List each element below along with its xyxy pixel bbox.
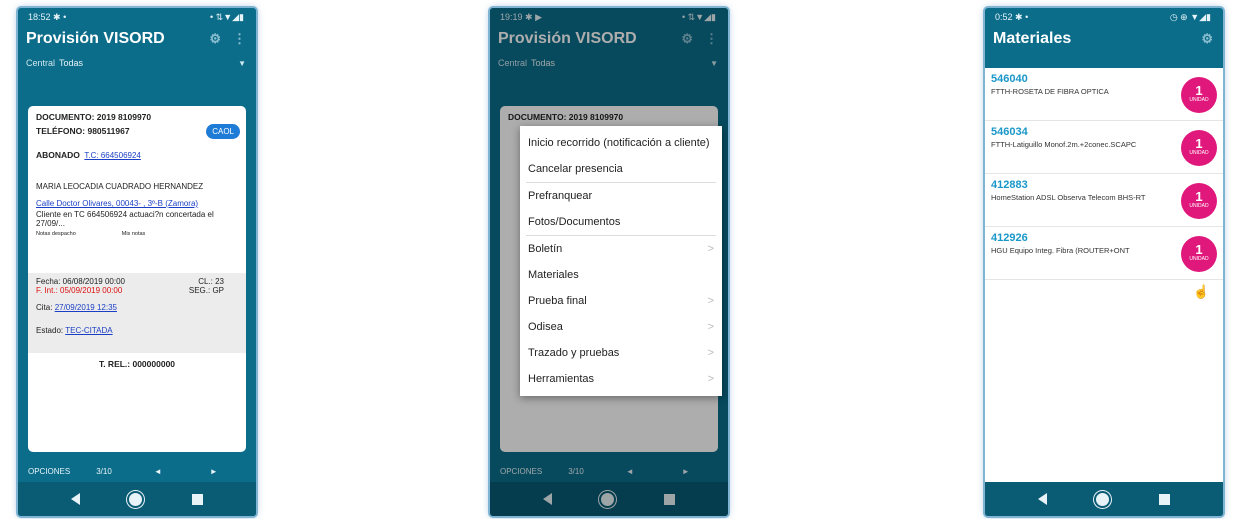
estado-link[interactable]: TEC-CITADA (65, 326, 112, 335)
quantity-value: 1 (1195, 136, 1203, 151)
quantity-badge[interactable]: 1 UNIDAD (1181, 183, 1217, 219)
filter-value: Todas (59, 58, 84, 68)
cita-label: Cita: (36, 303, 53, 312)
status-time: 0:52 (995, 11, 1013, 22)
chevron-right-icon: > (707, 243, 714, 255)
abonado-label: ABONADO (36, 150, 80, 160)
list-item[interactable]: 546040 FTTH-ROSETA DE FIBRA OPTICA 1 UNID… (985, 68, 1223, 121)
phone-screen-detail: 18:52 ✱ • • ⇅▼◢▮ Provisión VISORD ⚙ ⋮ Cen… (18, 8, 256, 516)
hand-cursor-icon: ☝ (1193, 284, 1210, 299)
quantity-value: 1 (1195, 189, 1203, 204)
filter-label: Central (26, 58, 56, 68)
status-icons: ✱ • (1015, 11, 1029, 22)
menu-item-label: Prefranquear (528, 190, 593, 202)
chevron-right-icon: > (707, 295, 714, 307)
settings-gear-icon[interactable]: ⚙ (209, 31, 221, 47)
caol-button[interactable]: CAOL (206, 124, 240, 139)
dates-section: Fecha: 06/08/2019 00:00 CL.: 23 F. Int.: … (28, 273, 246, 353)
status-right-icons: • ⇅▼◢▮ (210, 11, 244, 22)
menu-item-label: Cancelar presencia (528, 163, 623, 175)
menu-item-label: Herramientas (528, 373, 595, 385)
system-nav-bar (18, 482, 256, 516)
bottom-bar: OPCIONES 3/10 ◄ ► (18, 461, 256, 481)
documento-text: DOCUMENTO: 2019 8109970 (36, 112, 152, 122)
central-filter[interactable]: Central Todas ▼ (18, 52, 256, 74)
status-bar: 18:52 ✱ • • ⇅▼◢▮ (18, 8, 256, 26)
menu-item[interactable]: Materiales (520, 262, 722, 288)
list-item[interactable]: 412883 HomeStation ADSL Observa Telecom … (985, 174, 1223, 227)
menu-item-label: Trazado y pruebas (528, 347, 620, 359)
f-int-text: F. Int.: 05/09/2019 00:00 (36, 286, 123, 295)
mis-notas-label[interactable]: Mis notas (122, 231, 146, 237)
cita-link[interactable]: 27/09/2019 12:35 (55, 303, 117, 312)
address-link[interactable]: Calle Doctor Olivares, 00043- , 3º-B (Za… (36, 199, 198, 208)
menu-item-label: Materiales (528, 269, 579, 281)
status-right-icons: ◷ ⊕ ▼◢▮ (1169, 11, 1211, 22)
pager-text: 3/10 (96, 466, 112, 476)
quantity-value: 1 (1195, 83, 1203, 98)
order-card: DOCUMENTO: 2019 8109970 TELÉFONO: 980511… (28, 106, 246, 452)
phone-screen-menu: 19:19 ✱ ▶ • ⇅▼◢▮ Provisión VISORD ⚙ ⋮ Cen… (490, 8, 728, 516)
app-bar: Provisión VISORD ⚙ ⋮ (18, 26, 256, 52)
dropdown-arrow-icon: ▼ (238, 58, 246, 68)
menu-item[interactable]: Cancelar presencia (520, 156, 722, 182)
list-item[interactable]: 412926 HGU Equipo Integ. Fibra (ROUTER+O… (985, 227, 1223, 280)
menu-item[interactable]: Boletín > (520, 236, 722, 262)
next-arrow-icon[interactable]: ► (210, 467, 218, 476)
quantity-badge[interactable]: 1 UNIDAD (1181, 236, 1217, 272)
menu-item-label: Prueba final (528, 295, 587, 307)
chevron-right-icon: > (707, 347, 714, 359)
overflow-menu-icon[interactable]: ⋮ (233, 31, 246, 47)
app-bar: Materiales ⚙ (985, 26, 1223, 52)
chevron-right-icon: > (707, 373, 714, 385)
quantity-unit: UNIDAD (1189, 150, 1209, 156)
quantity-unit: UNIDAD (1189, 97, 1209, 103)
recents-icon[interactable] (1159, 493, 1171, 505)
abonado-link[interactable]: T.C: 664506924 (84, 151, 141, 160)
notas-despacho-label[interactable]: Notas despacho (36, 231, 76, 237)
settings-gear-icon[interactable]: ⚙ (1201, 31, 1213, 47)
cl-text: CL.: 23 (198, 277, 224, 286)
estado-label: Estado: (36, 326, 64, 335)
menu-item[interactable]: Prefranquear (520, 183, 722, 209)
menu-item[interactable]: Prueba final > (520, 288, 722, 314)
back-icon[interactable] (70, 493, 80, 505)
system-nav-bar (985, 482, 1223, 516)
prev-arrow-icon[interactable]: ◄ (154, 467, 162, 476)
status-time: 18:52 (28, 11, 51, 22)
quantity-value: 1 (1195, 242, 1203, 257)
quantity-badge[interactable]: 1 UNIDAD (1181, 130, 1217, 166)
menu-item[interactable]: Fotos/Documentos (520, 209, 722, 235)
home-icon[interactable] (129, 492, 143, 506)
app-title: Materiales (993, 30, 1072, 47)
chevron-right-icon: > (707, 321, 714, 333)
options-menu: Inicio recorrido (notificación a cliente… (520, 126, 722, 396)
phone-screen-materials: 0:52 ✱ • ◷ ⊕ ▼◢▮ Materiales ⚙ 546040 FTT… (985, 8, 1223, 516)
list-item[interactable]: 546034 FTTH-Latiguillo Monof.2m.+2conec.… (985, 121, 1223, 174)
customer-name: MARIA LEOCADIA CUADRADO HERNANDEZ (36, 182, 204, 191)
home-icon[interactable] (1096, 492, 1110, 506)
recents-icon[interactable] (192, 493, 204, 505)
status-bar: 0:52 ✱ • ◷ ⊕ ▼◢▮ (985, 8, 1223, 26)
quantity-unit: UNIDAD (1189, 203, 1209, 209)
trel-text: T. REL.: 000000000 (98, 359, 176, 369)
menu-item-label: Odisea (528, 321, 563, 333)
note-text: Cliente en TC 664506924 actuaci?n concer… (36, 210, 214, 228)
back-icon[interactable] (1037, 493, 1047, 505)
menu-item-label: Inicio recorrido (notificación a cliente… (528, 137, 710, 149)
quantity-badge[interactable]: 1 UNIDAD (1181, 77, 1217, 113)
menu-item-label: Fotos/Documentos (528, 216, 621, 228)
materials-list: 546040 FTTH-ROSETA DE FIBRA OPTICA 1 UNID… (985, 68, 1223, 482)
menu-item[interactable]: Trazado y pruebas > (520, 340, 722, 366)
opciones-button[interactable]: OPCIONES (28, 467, 70, 476)
status-icons: ✱ • (53, 11, 67, 22)
menu-item[interactable]: Herramientas > (520, 366, 722, 392)
menu-item[interactable]: Inicio recorrido (notificación a cliente… (520, 130, 722, 156)
menu-item-label: Boletín (528, 243, 563, 255)
menu-item[interactable]: Odisea > (520, 314, 722, 340)
seg-text: SEG.: GP (188, 286, 224, 295)
app-title: Provisión VISORD (26, 30, 165, 47)
fecha-text: Fecha: 06/08/2019 00:00 (36, 277, 125, 286)
quantity-unit: UNIDAD (1189, 256, 1209, 262)
